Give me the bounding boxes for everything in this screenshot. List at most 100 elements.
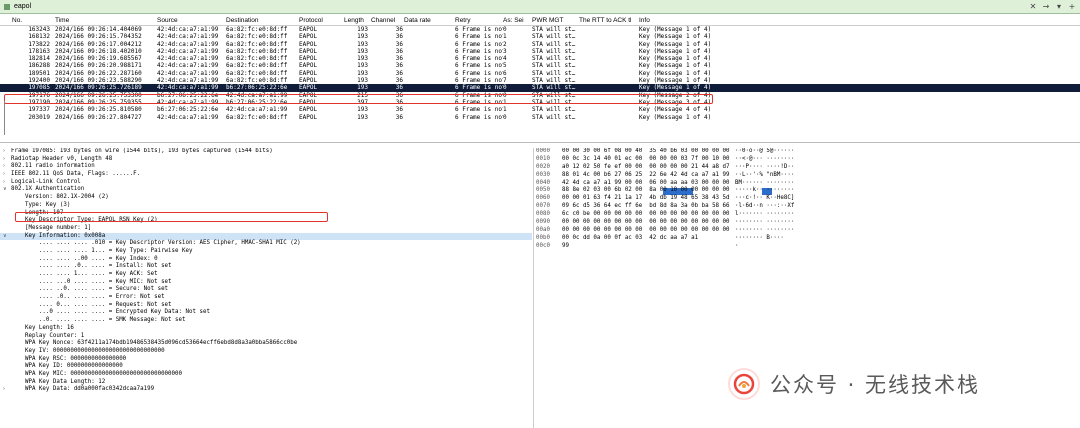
bytes-row[interactable]: 0030 88 01 4c 00 b6 27 06 25 22 6e 42 4d … <box>536 172 1080 180</box>
collapsed-chevron-icon[interactable]: › <box>3 156 5 164</box>
detail-tree-item[interactable]: Version: 802.1X-2004 (2) <box>0 194 532 202</box>
collapsed-chevron-icon[interactable]: › <box>3 171 5 179</box>
packet-row[interactable]: 189501 2024/166 09:26:22.287160 42:4d:ca:a… <box>0 70 1080 77</box>
detail-tree-item[interactable]: .... .... .... .010 = Key Descriptor Ver… <box>0 240 532 248</box>
collapsed-chevron-icon[interactable]: › <box>3 163 5 171</box>
packet-row[interactable]: 182814 2024/166 09:26:19.685567 42:4d:ca:a… <box>0 55 1080 62</box>
collapsed-chevron-icon[interactable]: › <box>3 386 5 394</box>
bytes-ascii: ···c·!·· K··He8C] <box>735 195 795 202</box>
packet-destination: 6a:82:fc:e0:8d:ff <box>226 62 288 70</box>
bytes-row[interactable]: 0040 42 4d ca a7 a1 99 00 00 06 00 aa aa … <box>536 180 1080 188</box>
detail-tree-item[interactable]: Key Length: 16 <box>0 325 532 333</box>
detail-tree-item[interactable]: › 802.11 radio information <box>0 163 532 171</box>
detail-tree-item[interactable]: WPA Key RSC: 0000000000000000 <box>0 356 532 364</box>
packet-row[interactable]: 203019 2024/166 09:26:27.804727 42:4d:ca:a… <box>0 114 1080 121</box>
detail-tree-item[interactable]: Length: 107 <box>0 210 532 218</box>
detail-tree-item[interactable]: [Message number: 1] <box>0 225 532 233</box>
detail-tree-item[interactable]: Key IV: 00000000000000000000000000000000 <box>0 348 532 356</box>
detail-tree-item[interactable]: Replay Counter: 1 <box>0 333 532 341</box>
column-time[interactable]: Time <box>55 17 155 24</box>
column-rtt[interactable]: The RTT to ACK tl <box>579 17 637 24</box>
detail-tree-item[interactable]: .... ...0 .... .... = Key MIC: Not set <box>0 279 532 287</box>
column-retry[interactable]: Retry <box>455 17 503 24</box>
bytes-offset: 0070 <box>536 203 550 210</box>
packet-row[interactable]: 197176 2024/166 09:26:25.753300 b6:27:06:2… <box>0 92 1080 99</box>
column-no[interactable]: No. <box>12 17 50 24</box>
column-destination[interactable]: Destination <box>226 17 296 24</box>
bytes-row[interactable]: 0010 00 0c 3c 14 40 01 ec 00 00 00 00 03 … <box>536 156 1080 164</box>
detail-tree-item[interactable]: ∨ 802.1X Authentication <box>0 186 532 194</box>
detail-tree-item[interactable]: › Logical-Link Control <box>0 179 532 187</box>
packet-row[interactable]: 186288 2024/166 09:26:20.988171 42:4d:ca:a… <box>0 62 1080 69</box>
detail-tree-item[interactable]: ..0. .... .... .... = SMK Message: Not s… <box>0 317 532 325</box>
detail-tree-item[interactable]: .... .... .0.. .... = Install: Not set <box>0 263 532 271</box>
detail-tree-item[interactable]: WPA Key ID: 0000000000000000 <box>0 363 532 371</box>
bytes-row[interactable]: 0080 6c c0 be 00 00 00 00 00 00 00 00 00 … <box>536 211 1080 219</box>
bytes-row[interactable]: 0090 00 00 00 00 00 00 00 00 00 00 00 00 … <box>536 219 1080 227</box>
detail-tree-item[interactable]: › IEEE 802.11 QoS Data, Flags: ......F. <box>0 171 532 179</box>
column-data-rate[interactable]: Data rate <box>404 17 454 24</box>
bookmark-icon[interactable] <box>2 2 12 12</box>
detail-tree-item[interactable]: .... .... 1... .... = Key ACK: Set <box>0 271 532 279</box>
column-assoc-seq[interactable]: As: Sei <box>503 17 531 24</box>
packet-no: 168132 <box>28 33 50 41</box>
filter-dropdown-icon[interactable]: ▾ <box>1054 2 1064 12</box>
detail-tree-item[interactable]: WPA Key Data Length: 12 <box>0 379 532 387</box>
display-filter-input[interactable]: eapol <box>14 3 1028 10</box>
detail-tree-item[interactable]: Key Descriptor Type: EAPOL RSN Key (2) <box>0 217 532 225</box>
packet-row[interactable]: 168132 2024/166 09:26:15.704352 42:4d:ca:a… <box>0 33 1080 40</box>
expanded-chevron-icon[interactable]: ∨ <box>3 233 7 241</box>
packet-row[interactable]: 178163 2024/166 09:26:18.402010 42:4d:ca:a… <box>0 48 1080 55</box>
apply-filter-icon[interactable]: → <box>1041 2 1051 12</box>
bytes-row[interactable]: 00a0 00 00 00 00 00 00 00 00 00 00 00 00 … <box>536 227 1080 235</box>
column-source[interactable]: Source <box>157 17 225 24</box>
bytes-row[interactable]: 0020 a0 12 02 50 fe ef 00 00 00 00 00 00 … <box>536 164 1080 172</box>
clear-filter-icon[interactable]: ✕ <box>1028 2 1038 12</box>
packet-info: Key (Message 1 of 4) <box>639 26 712 33</box>
bytes-row[interactable]: 0050 88 8e 02 03 00 6b 02 00 8a 00 10 00 … <box>536 187 1080 195</box>
packet-row[interactable]: 197085 2024/166 09:26:25.726189 42:4d:ca:a… <box>0 84 1080 92</box>
packet-no: 192400 <box>28 77 50 85</box>
detail-tree-item[interactable]: WPA Key Nonce: 63f4211a174bdb19486538435… <box>0 340 532 348</box>
bytes-row[interactable]: 00b0 00 0c dd 0a 00 0f ac 03 42 dc aa a7 … <box>536 235 1080 243</box>
detail-tree-item[interactable]: .... .... .... 1... = Key Type: Pairwise… <box>0 248 532 256</box>
detail-tree-item[interactable]: .... ..0. .... .... = Secure: Not set <box>0 286 532 294</box>
column-info[interactable]: Info <box>639 17 729 24</box>
bytes-row[interactable]: 0070 09 6c d5 36 64 ec ff 6e bd 8d 8a 3a … <box>536 203 1080 211</box>
packet-destination: 6a:82:fc:e0:8d:ff <box>226 33 288 41</box>
packet-row[interactable]: 197190 2024/166 09:26:25.759355 42:4d:ca:a… <box>0 99 1080 106</box>
packet-row[interactable]: 197337 2024/166 09:26:25.810580 b6:27:06:2… <box>0 106 1080 113</box>
packet-row[interactable]: 173822 2024/166 09:26:17.004212 42:4d:ca:a… <box>0 41 1080 48</box>
detail-tree-item[interactable]: .... 0... .... .... = Request: Not set <box>0 302 532 310</box>
column-protocol[interactable]: Protocol <box>299 17 343 24</box>
packet-source: 42:4d:ca:a7:a1:99 <box>157 69 219 77</box>
bytes-row[interactable]: 0000 00 00 30 00 6f 08 00 40 35 40 b6 03 … <box>536 148 1080 156</box>
column-length[interactable]: Length <box>344 17 368 24</box>
detail-tree-item[interactable]: › Radiotap Header v0, Length 48 <box>0 156 532 164</box>
detail-tree-item[interactable]: WPA Key MIC: 000000000000000000000000000… <box>0 371 532 379</box>
detail-tree-item[interactable]: › WPA Key Data: dd0a000fac0342dcaa7a199 <box>0 386 532 394</box>
add-filter-icon[interactable]: + <box>1067 2 1077 12</box>
pane-divider[interactable] <box>533 148 534 428</box>
bytes-offset: 00c0 <box>536 242 550 249</box>
column-channel[interactable]: Channel <box>371 17 403 24</box>
detail-tree-label: WPA Key Nonce: 63f4211a174bdb19486538435… <box>11 340 298 347</box>
detail-tree-item[interactable]: › Frame 197085: 193 bytes on wire (1544 b… <box>0 148 532 156</box>
bytes-row[interactable]: 00c0 99 · <box>536 243 1080 251</box>
collapsed-chevron-icon[interactable]: › <box>3 179 5 187</box>
packet-row[interactable]: 192400 2024/166 09:26:23.588290 42:4d:ca:a… <box>0 77 1080 84</box>
detail-tree-item[interactable]: .... .0.. .... .... = Error: Not set <box>0 294 532 302</box>
detail-tree-item[interactable]: ...0 .... .... .... = Encrypted Key Data… <box>0 309 532 317</box>
detail-tree-item[interactable]: Type: Key (3) <box>0 202 532 210</box>
detail-tree-label: WPA Key Data Length: 12 <box>11 378 106 385</box>
packet-assoc-seq: 4 <box>503 55 507 63</box>
expanded-chevron-icon[interactable]: ∨ <box>3 186 7 194</box>
bytes-ascii: ········ ········ <box>735 226 795 233</box>
collapsed-chevron-icon[interactable]: › <box>3 148 5 156</box>
packet-length: 193 <box>357 26 368 33</box>
detail-tree-item[interactable]: .... .... ..00 .... = Key Index: 0 <box>0 256 532 264</box>
column-pwr-mgt[interactable]: PWR MGT <box>532 17 578 24</box>
detail-tree-item[interactable]: ∨ Key Information: 0x008a <box>0 232 532 241</box>
packet-row[interactable]: 163243 2024/166 09:26:14.404069 42:4d:ca:a… <box>0 26 1080 33</box>
bytes-row[interactable]: 0060 00 00 01 63 f4 21 1a 17 4b db 19 48 … <box>536 195 1080 203</box>
